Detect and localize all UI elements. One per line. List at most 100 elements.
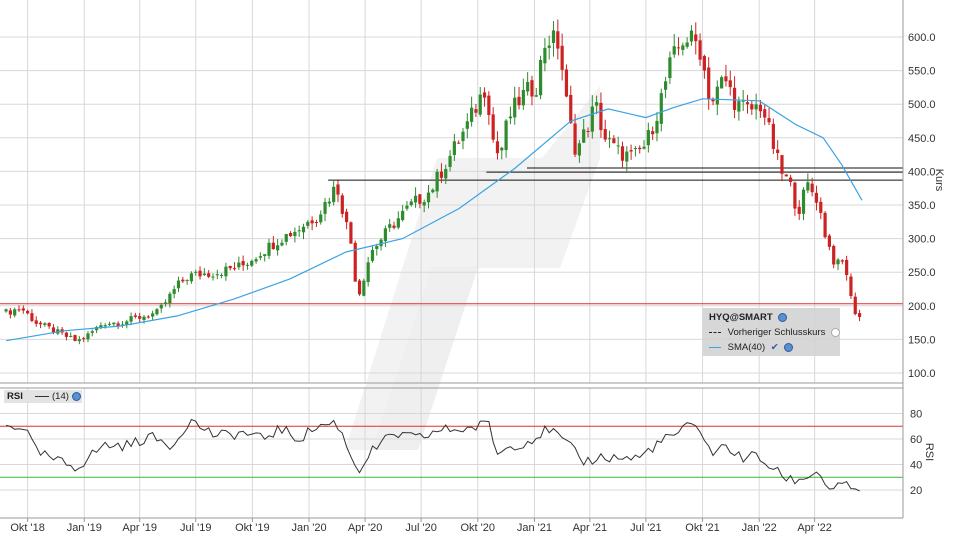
candle-up (616, 145, 620, 147)
candle-up (547, 45, 551, 48)
candle-down (724, 76, 728, 82)
candle-up (543, 47, 547, 64)
time-tick-label: Jul '20 (405, 522, 436, 534)
candle-down (357, 280, 362, 295)
candle-up (538, 60, 543, 96)
candle-up (836, 259, 840, 265)
candle-down (797, 206, 801, 214)
candle-up (478, 94, 482, 115)
checkmark-icon[interactable]: ✔ (771, 342, 779, 353)
price-legend: HYQ@SMART Vorheriger Schlusskurs SMA(40)… (703, 308, 840, 356)
candle-up (413, 195, 418, 203)
candle-up (383, 228, 387, 242)
candle-down (38, 322, 43, 325)
price-tick-label: 550.0 (908, 66, 936, 78)
candle-up (301, 226, 306, 233)
candle-up (646, 130, 650, 146)
circle-icon[interactable] (830, 327, 840, 337)
candle-up (551, 30, 556, 43)
candle-up (435, 171, 439, 192)
time-tick-label: Apr '21 (573, 522, 608, 534)
dashed-line-icon (709, 331, 721, 333)
candle-up (103, 325, 107, 327)
candle-down (530, 80, 534, 97)
candle-down (340, 195, 344, 214)
rsi-tick-label: 80 (910, 409, 922, 421)
price-tick-label: 450.0 (908, 133, 936, 145)
candle-up (422, 202, 426, 206)
candle-down (771, 123, 775, 149)
candle-down (560, 45, 564, 70)
candle-down (495, 141, 500, 154)
legend-symbol: HYQ@SMART (709, 312, 773, 323)
candle-down (573, 123, 577, 155)
legend-item-sma: SMA(40) ✔ (709, 342, 794, 353)
candle-up (448, 155, 452, 167)
globe-icon[interactable] (784, 342, 794, 352)
candle-down (232, 268, 237, 270)
candle-up (504, 120, 508, 151)
globe-icon[interactable] (778, 312, 788, 322)
candle-down (599, 102, 603, 131)
candle-down (853, 296, 857, 315)
candle-down (146, 316, 150, 318)
candle-down (271, 242, 275, 250)
candle-up (426, 192, 431, 203)
candle-up (215, 274, 219, 276)
line-icon (709, 346, 721, 348)
price-tick-label: 200.0 (908, 301, 936, 313)
candle-down (776, 149, 780, 153)
price-tick-label: 600.0 (908, 32, 936, 44)
candle-up (689, 30, 694, 42)
candle-up (90, 331, 94, 333)
candle-up (202, 273, 206, 275)
candle-down (457, 142, 461, 144)
candle-up (86, 333, 90, 340)
candle-down (288, 233, 293, 237)
candle-down (82, 338, 86, 340)
candle-up (159, 304, 163, 309)
candle-down (750, 104, 754, 110)
globe-icon[interactable] (72, 392, 81, 401)
candle-down (336, 184, 340, 195)
candle-up (189, 273, 194, 282)
candle-up (323, 202, 327, 214)
candle-up (332, 186, 336, 203)
price-tick-label: 250.0 (908, 267, 936, 279)
candle-up (625, 151, 629, 162)
candle-up (263, 254, 267, 257)
candle-up (172, 289, 176, 294)
time-tick-label: Jan '22 (742, 522, 777, 534)
candle-up (258, 256, 262, 258)
candle-down (21, 308, 25, 311)
rsi-axis-labels: 20 40 60 80 (910, 409, 922, 498)
rsi-title: RSI (7, 391, 23, 402)
candle-down (30, 313, 34, 321)
rsi-period: (14) (52, 391, 69, 402)
candle-down (207, 273, 211, 277)
candle-up (69, 335, 73, 337)
candle-up (185, 279, 189, 281)
candle-up (582, 129, 586, 143)
candle-down (784, 174, 788, 177)
candle-down (638, 147, 642, 150)
candle-up (521, 89, 525, 106)
candle-down (491, 114, 495, 140)
candle-up (754, 104, 758, 110)
candle-up (500, 147, 504, 151)
candle-down (310, 220, 314, 224)
candle-up (375, 246, 379, 250)
price-axis-labels: 100.0 150.0 200.0 250.0 300.0 350.0 400.0 450.0… (908, 32, 936, 380)
candle-down (228, 265, 232, 269)
candle-up (668, 57, 672, 78)
candle-down (845, 259, 849, 275)
candle-up (142, 316, 146, 320)
candle-up (194, 271, 198, 273)
candle-up (607, 138, 612, 140)
price-tick-label: 500.0 (908, 99, 936, 111)
price-tick-label: 300.0 (908, 234, 936, 246)
candle-up (508, 116, 513, 119)
time-tick-label: Okt '19 (235, 522, 270, 534)
rsi-grid (0, 388, 903, 518)
candle-up (163, 302, 168, 304)
